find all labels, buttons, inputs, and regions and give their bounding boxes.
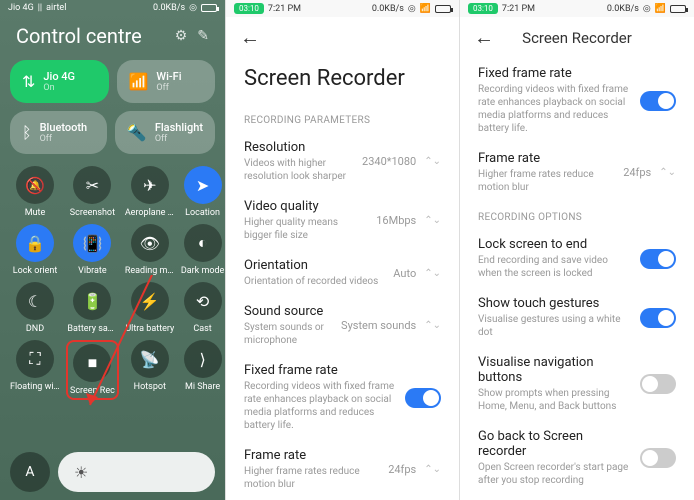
battery-saver-icon: 🔋	[73, 282, 111, 320]
status-bar: 03:107:21 PM 0.0KB/s◎📶	[226, 0, 459, 17]
tile-mi-share[interactable]: ⟩Mi Share	[181, 340, 225, 400]
fixed-rate-toggle[interactable]	[640, 91, 676, 111]
mi-share-icon: ⟩	[184, 340, 222, 378]
tile-floating-window[interactable]: ⛶Floating window	[10, 340, 60, 400]
bluetooth-icon: ᛒ	[22, 123, 32, 142]
screen-rec-icon: ■	[73, 344, 111, 382]
tile-dnd[interactable]: ☾DND	[10, 282, 60, 334]
back-button[interactable]: ←	[240, 25, 260, 50]
dnd-icon: ☾	[16, 282, 54, 320]
wifi-pill[interactable]: 📶 Wi-FiOff	[117, 60, 216, 103]
aeroplane-mode-icon: ✈	[131, 166, 169, 204]
chevron-icon: ⌃⌄	[424, 320, 441, 331]
tile-lock-orient[interactable]: 🔒Lock orient	[10, 224, 60, 276]
nav-row[interactable]: Visualise navigation buttonsShow prompts…	[460, 347, 694, 421]
tile-screenshot[interactable]: ✂Screenshot	[66, 166, 119, 218]
floating-window-icon: ⛶	[16, 340, 54, 378]
quality-row[interactable]: Video qualityHigher quality means bigger…	[226, 191, 459, 250]
orientation-row[interactable]: OrientationOrientation of recorded video…	[226, 250, 459, 296]
edit-icon[interactable]: ✎	[197, 28, 209, 44]
resolution-row[interactable]: ResolutionVideos with higher resolution …	[226, 132, 459, 191]
touch-toggle[interactable]	[640, 308, 676, 328]
tile-battery-saver[interactable]: 🔋Battery saver	[66, 282, 119, 334]
brightness-slider[interactable]: ☀	[58, 452, 215, 492]
tile-cast[interactable]: ⟲Cast	[181, 282, 225, 334]
flashlight-pill[interactable]: 🔦 FlashlightOff	[115, 111, 215, 154]
framerate-row[interactable]: Frame rateHigher frame rates reduce moti…	[460, 143, 694, 202]
lock-toggle[interactable]	[640, 249, 676, 269]
chevron-icon: ⌃⌄	[424, 464, 441, 475]
status-bar: 03:107:21 PM 0.0KB/s◎📶	[460, 0, 694, 17]
section-options: RECORDING OPTIONS	[460, 202, 694, 229]
tile-vibrate[interactable]: 📳Vibrate	[66, 224, 119, 276]
page-title: Screen Recorder	[226, 58, 459, 105]
lock-row[interactable]: Lock screen to endEnd recording and save…	[460, 229, 694, 288]
tile-screen-rec[interactable]: ■Screen Rec	[66, 340, 119, 400]
ultra-battery-icon: ⚡	[131, 282, 169, 320]
mobile-data-pill[interactable]: ⇅ Jio 4GOn	[10, 60, 109, 103]
chevron-icon: ⌃⌄	[424, 156, 441, 167]
goback-row[interactable]: Go back to Screen recorderOpen Screen re…	[460, 421, 694, 495]
section-other: OTHER	[460, 495, 694, 500]
reading-mode-icon: 👁	[131, 224, 169, 262]
fixed-rate-toggle[interactable]	[405, 388, 441, 408]
location-icon: ➤	[184, 166, 222, 204]
screenshot-icon: ✂	[73, 166, 111, 204]
control-centre-title: Control centre	[16, 24, 142, 48]
section-params: RECORDING PARAMETERS	[226, 105, 459, 132]
chevron-icon: ⌃⌄	[424, 215, 441, 226]
fixed-rate-row[interactable]: Fixed frame rateRecording videos with fi…	[460, 58, 694, 143]
goback-toggle[interactable]	[640, 448, 676, 468]
hotspot-icon: 📡	[131, 340, 169, 378]
vibrate-icon: 📳	[73, 224, 111, 262]
lock-orient-icon: 🔒	[16, 224, 54, 262]
dark-mode-icon: ◐	[184, 224, 222, 262]
framerate-row[interactable]: Frame rateHigher frame rates reduce moti…	[226, 440, 459, 499]
status-bar: Jio 4G||airtel 0.0KB/s◎	[0, 0, 225, 16]
fixed-rate-row[interactable]: Fixed frame rateRecording videos with fi…	[226, 355, 459, 440]
tile-aeroplane-mode[interactable]: ✈Aeroplane mode	[125, 166, 175, 218]
tile-mute[interactable]: 🔕Mute	[10, 166, 60, 218]
data-icon: ⇅	[22, 72, 35, 91]
header-title: Screen Recorder	[474, 29, 680, 47]
wifi-icon: 📶	[129, 72, 149, 91]
chevron-icon: ⌃⌄	[659, 167, 676, 178]
settings-icon[interactable]: ⚙	[175, 28, 188, 44]
flashlight-icon: 🔦	[127, 123, 147, 142]
tile-dark-mode[interactable]: ◐Dark mode	[181, 224, 225, 276]
nav-toggle[interactable]	[640, 374, 676, 394]
tile-reading-mode[interactable]: 👁Reading mode	[125, 224, 175, 276]
auto-brightness-button[interactable]: A	[10, 452, 50, 492]
chevron-icon: ⌃⌄	[424, 268, 441, 279]
cast-icon: ⟲	[184, 282, 222, 320]
tile-ultra-battery[interactable]: ⚡Ultra battery	[125, 282, 175, 334]
tile-location[interactable]: ➤Location	[181, 166, 225, 218]
tile-hotspot[interactable]: 📡Hotspot	[125, 340, 175, 400]
mute-icon: 🔕	[16, 166, 54, 204]
bluetooth-pill[interactable]: ᛒ BluetoothOff	[10, 111, 107, 154]
sound-row[interactable]: Sound sourceSystem sounds or microphone …	[226, 296, 459, 355]
touch-row[interactable]: Show touch gesturesVisualise gestures us…	[460, 288, 694, 347]
